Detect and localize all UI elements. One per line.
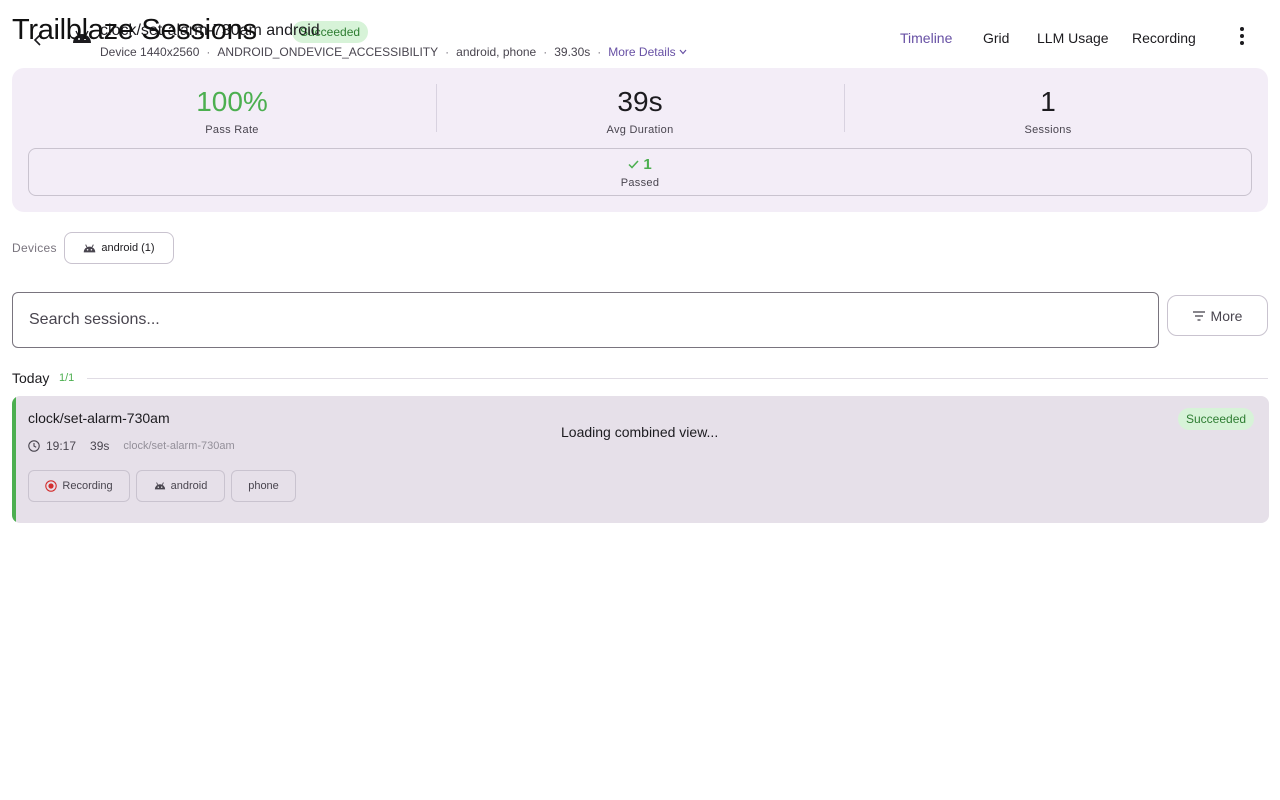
group-count: 1/1	[59, 372, 75, 384]
tab-grid[interactable]: Grid	[983, 30, 1009, 46]
clock-icon	[28, 440, 40, 452]
passed-count-row: 1	[628, 156, 652, 173]
app-title: Trailblaze Sessions	[12, 14, 257, 46]
passed-filter[interactable]: 1 Passed	[28, 148, 1252, 196]
android-icon	[84, 243, 96, 252]
pass-rate-value: 100%	[196, 86, 268, 117]
tab-timeline[interactable]: Timeline	[900, 30, 952, 46]
device-filter-chip-android[interactable]: android (1)	[64, 232, 174, 264]
more-vert-icon	[1240, 27, 1244, 45]
group-title: Today	[12, 370, 50, 386]
tab-llm-usage[interactable]: LLM Usage	[1037, 30, 1109, 46]
page: Trailblaze Sessions clock/set-alarm-730a…	[0, 0, 1280, 800]
passed-count: 1	[643, 156, 652, 173]
device-type-chip[interactable]: phone	[231, 470, 296, 502]
sessions-count-value: 1	[1040, 86, 1056, 117]
check-icon	[628, 160, 639, 169]
sessions-count-label: Sessions	[1024, 124, 1072, 136]
devices-label: Devices	[12, 241, 57, 255]
more-filters-button[interactable]: More	[1167, 295, 1268, 336]
platform-chip-label: android	[170, 480, 208, 492]
session-duration: 39s	[90, 439, 110, 453]
session-meta: 19:17 39s clock/set-alarm-730am	[28, 439, 235, 453]
stat-avg-duration: 39s Avg Duration	[436, 86, 844, 136]
passed-label: Passed	[620, 177, 660, 189]
avg-duration-label: Avg Duration	[606, 124, 674, 136]
pass-rate-label: Pass Rate	[205, 124, 259, 136]
search-input[interactable]	[13, 293, 1158, 347]
recording-chip[interactable]: Recording	[28, 470, 130, 502]
stat-sessions: 1 Sessions	[844, 86, 1252, 136]
filter-list-icon	[1192, 310, 1205, 321]
avg-duration-value: 39s	[617, 86, 663, 117]
session-name: clock/set-alarm-730am	[28, 410, 170, 426]
session-status-badge: Succeeded	[1178, 408, 1255, 430]
status-accent-bar	[12, 396, 16, 523]
tab-recording[interactable]: Recording	[1132, 30, 1196, 46]
overflow-menu-button[interactable]	[1230, 24, 1254, 48]
search-field	[12, 292, 1159, 348]
loading-combined-view: Loading combined view...	[561, 424, 719, 440]
device-chip-label: android (1)	[101, 242, 155, 254]
recording-chip-label: Recording	[62, 480, 113, 492]
app-header: Trailblaze Sessions clock/set-alarm-730a…	[0, 0, 1280, 64]
android-icon	[154, 482, 165, 490]
more-button-label: More	[1210, 307, 1243, 324]
summary-stats-card: 100% Pass Rate 39s Avg Duration 1 Sessio…	[12, 68, 1268, 212]
session-card[interactable]: clock/set-alarm-730am 19:17 39s clock/se…	[12, 396, 1269, 523]
session-id: clock/set-alarm-730am	[123, 440, 235, 452]
platform-chip[interactable]: android	[136, 470, 225, 502]
session-time: 19:17	[46, 439, 77, 453]
group-divider	[87, 378, 1268, 379]
stat-pass-rate: 100% Pass Rate	[28, 86, 436, 136]
record-icon	[45, 480, 58, 492]
device-type-chip-label: phone	[248, 480, 279, 492]
